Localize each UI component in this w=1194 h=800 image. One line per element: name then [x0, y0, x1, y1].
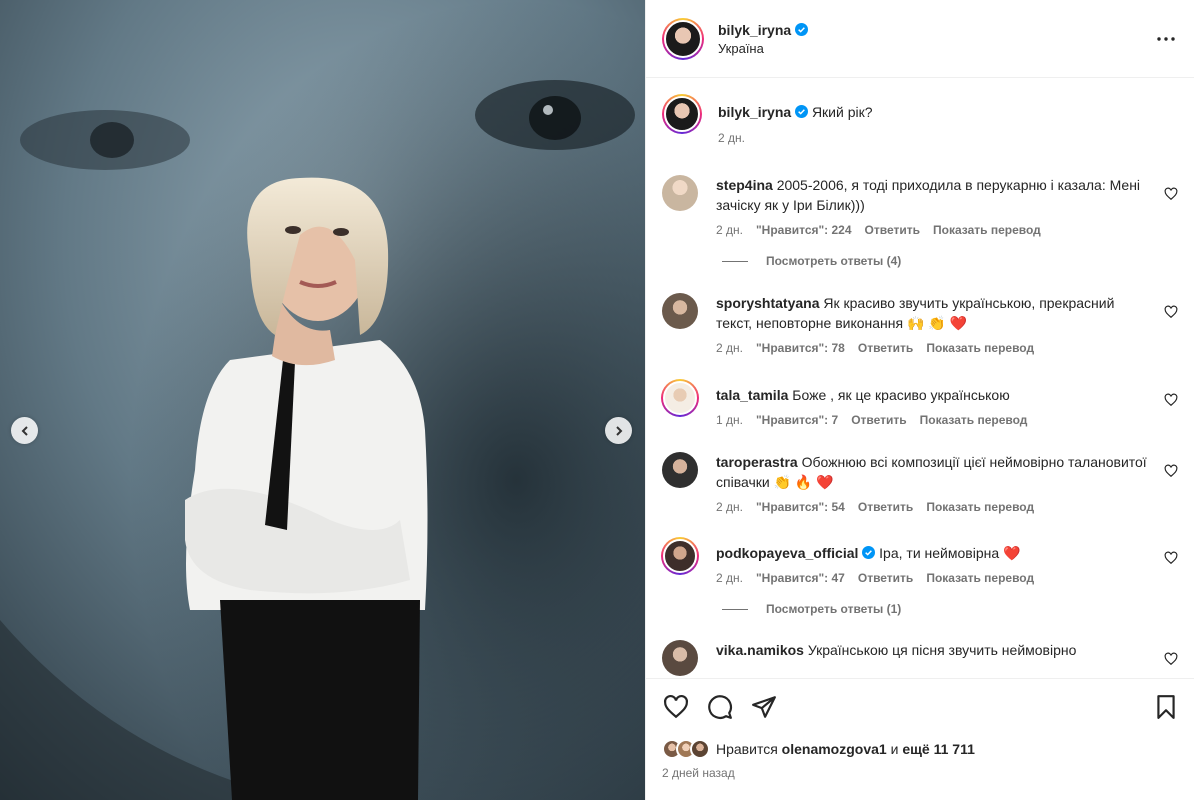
comment-text: Українською ця пісня звучить неймовірно	[807, 642, 1077, 658]
view-replies-label: Посмотреть ответы (4)	[766, 254, 902, 268]
view-replies-button[interactable]: Посмотреть ответы (1)	[722, 602, 1178, 616]
reply-button[interactable]: Ответить	[858, 571, 913, 585]
post-viewer: bilyk_iryna Україна bilyk_iryna Який рік…	[0, 0, 1194, 800]
likes-count[interactable]: ещё 11 711	[902, 741, 975, 757]
comment-item: sporyshtatyana Як красиво звучить україн…	[662, 293, 1178, 355]
verified-badge-icon	[795, 23, 809, 36]
reply-button[interactable]: Ответить	[858, 500, 913, 514]
comment-username[interactable]: taroperastra	[716, 454, 798, 470]
caption-username[interactable]: bilyk_iryna	[718, 104, 791, 120]
comment-text: 2005-2006, я тоді приходила в перукарню …	[716, 177, 1141, 213]
like-comment-heart-icon[interactable]	[1164, 464, 1178, 478]
likes-middle: и	[890, 741, 899, 757]
translate-button[interactable]: Показать перевод	[920, 413, 1028, 427]
comment-username[interactable]: sporyshtatyana	[716, 295, 819, 311]
caption-text: Який рік?	[811, 104, 873, 120]
like-comment-heart-icon[interactable]	[1164, 652, 1178, 666]
more-options-button[interactable]	[1154, 27, 1178, 51]
post-media[interactable]	[0, 0, 645, 800]
reply-button[interactable]: Ответить	[865, 223, 920, 237]
comment-likes-count[interactable]: "Нравится": 78	[756, 341, 845, 355]
comment-username[interactable]: podkopayeva_official	[716, 545, 858, 561]
more-icon	[1157, 36, 1175, 41]
comment-time[interactable]: 2 дн.	[716, 341, 743, 355]
verified-badge-icon	[795, 105, 809, 118]
comment-item: tala_tamila Боже , як це красиво українс…	[661, 379, 1178, 427]
replies-divider	[722, 608, 748, 610]
comment-likes-count[interactable]: "Нравится": 224	[756, 223, 852, 237]
next-slide-button[interactable]	[605, 417, 632, 444]
comment-time[interactable]: 2 дн.	[716, 571, 743, 585]
comment-text: Іра, ти неймовірна ❤️	[879, 545, 1021, 561]
comments-list[interactable]: bilyk_iryna Який рік? 2 дн. step4ina 200…	[646, 78, 1194, 678]
comment-text: Боже , як це красиво українською	[792, 387, 1010, 403]
likes-prefix: Нравится	[716, 741, 778, 757]
share-button[interactable]	[750, 693, 778, 721]
comment-item: step4ina 2005-2006, я тоді приходила в п…	[662, 175, 1178, 237]
commenter-avatar[interactable]	[662, 452, 698, 488]
like-comment-heart-icon[interactable]	[1164, 305, 1178, 319]
post-actions-bar	[646, 678, 1194, 734]
comment-username[interactable]: vika.namikos	[716, 642, 804, 658]
comment-item: taroperastra Обожнюю всі композиції цієї…	[662, 452, 1178, 514]
liker-avatars	[662, 739, 710, 759]
author-username[interactable]: bilyk_iryna	[718, 22, 791, 38]
comment-button[interactable]	[706, 693, 734, 721]
caption-avatar[interactable]	[662, 94, 702, 134]
author-avatar[interactable]	[662, 17, 704, 60]
caption-time[interactable]: 2 дн.	[718, 131, 745, 145]
liker-username[interactable]: olenamozgova1	[782, 741, 887, 757]
translate-button[interactable]: Показать перевод	[933, 223, 1041, 237]
post-header: bilyk_iryna Україна	[646, 0, 1194, 78]
post-side-panel: bilyk_iryna Україна bilyk_iryna Який рік…	[645, 0, 1194, 800]
like-comment-heart-icon[interactable]	[1164, 393, 1178, 407]
comment-time[interactable]: 2 дн.	[716, 500, 743, 514]
comment-bubble-icon	[708, 694, 732, 719]
reply-button[interactable]: Ответить	[851, 413, 906, 427]
comment-username[interactable]: tala_tamila	[716, 387, 788, 403]
chevron-right-icon	[615, 425, 622, 436]
replies-divider	[722, 260, 748, 262]
chevron-left-icon	[21, 425, 28, 436]
reply-button[interactable]: Ответить	[858, 341, 913, 355]
comment-username[interactable]: step4ina	[716, 177, 773, 193]
translate-button[interactable]: Показать перевод	[926, 341, 1034, 355]
like-button[interactable]	[662, 693, 690, 721]
send-icon	[752, 695, 776, 718]
save-button[interactable]	[1152, 693, 1180, 721]
post-location[interactable]: Україна	[718, 41, 1154, 56]
likes-summary[interactable]: Нравится olenamozgova1 и ещё 11 711	[646, 734, 1194, 764]
commenter-avatar[interactable]	[662, 293, 698, 329]
verified-badge-icon	[862, 546, 876, 559]
comment-item: vika.namikos Українською ця пісня звучит…	[662, 640, 1178, 676]
comment-time[interactable]: 2 дн.	[716, 223, 743, 237]
translate-button[interactable]: Показать перевод	[926, 571, 1034, 585]
previous-slide-button[interactable]	[11, 417, 38, 444]
comment-time[interactable]: 1 дн.	[716, 413, 743, 427]
heart-icon	[664, 694, 688, 718]
translate-button[interactable]: Показать перевод	[926, 500, 1034, 514]
comment-likes-count[interactable]: "Нравится": 47	[756, 571, 845, 585]
comment-likes-count[interactable]: "Нравится": 7	[756, 413, 838, 427]
comment-likes-count[interactable]: "Нравится": 54	[756, 500, 845, 514]
commenter-avatar[interactable]	[662, 640, 698, 676]
post-photo	[0, 0, 645, 800]
view-replies-label: Посмотреть ответы (1)	[766, 602, 902, 616]
post-caption: bilyk_iryna Який рік? 2 дн.	[662, 94, 1178, 145]
like-comment-heart-icon[interactable]	[1164, 551, 1178, 565]
comment-item: podkopayeva_official Іра, ти неймовірна …	[661, 537, 1178, 585]
post-date[interactable]: 2 дней назад	[646, 764, 1194, 800]
like-comment-heart-icon[interactable]	[1164, 187, 1178, 201]
view-replies-button[interactable]: Посмотреть ответы (4)	[722, 254, 1178, 268]
commenter-avatar[interactable]	[661, 537, 699, 575]
bookmark-icon	[1157, 694, 1175, 719]
commenter-avatar[interactable]	[661, 379, 699, 417]
commenter-avatar[interactable]	[662, 175, 698, 211]
